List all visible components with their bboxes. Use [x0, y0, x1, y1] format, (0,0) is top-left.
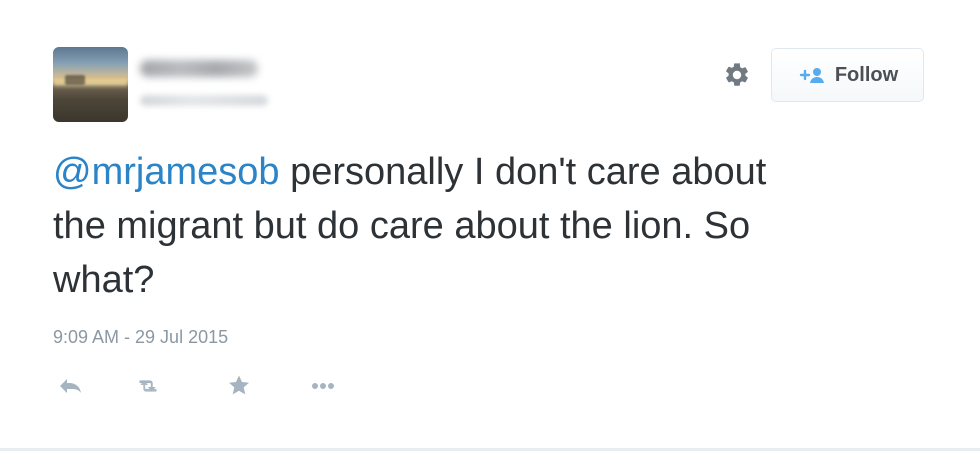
follow-button-label: Follow: [834, 64, 899, 86]
mention-link[interactable]: @mrjamesob: [53, 151, 280, 193]
tweet-card: Follow @mrjamesob personally I don't car…: [0, 0, 980, 451]
more-icon[interactable]: [307, 370, 339, 402]
author-handle-blurred: [140, 95, 268, 106]
tweet-text: @mrjamesob personally I don't care about…: [53, 145, 913, 307]
avatar[interactable]: [53, 47, 128, 122]
tweet-actions: [50, 370, 370, 402]
add-user-icon: [797, 65, 827, 85]
author-name-blurred: [140, 60, 258, 77]
tweet-text-line-2: the migrant but do care about the lion. …: [53, 205, 751, 247]
tweet-timestamp[interactable]: 9:09 AM - 29 Jul 2015: [53, 325, 228, 349]
follow-button[interactable]: Follow: [771, 48, 924, 102]
star-icon[interactable]: [223, 370, 255, 402]
tweet-text-line-1: personally I don't care about: [279, 151, 767, 193]
retweet-icon[interactable]: [132, 370, 164, 402]
tweet-text-line-3: what?: [53, 259, 155, 301]
gear-icon[interactable]: [723, 61, 751, 89]
reply-icon[interactable]: [54, 370, 86, 402]
